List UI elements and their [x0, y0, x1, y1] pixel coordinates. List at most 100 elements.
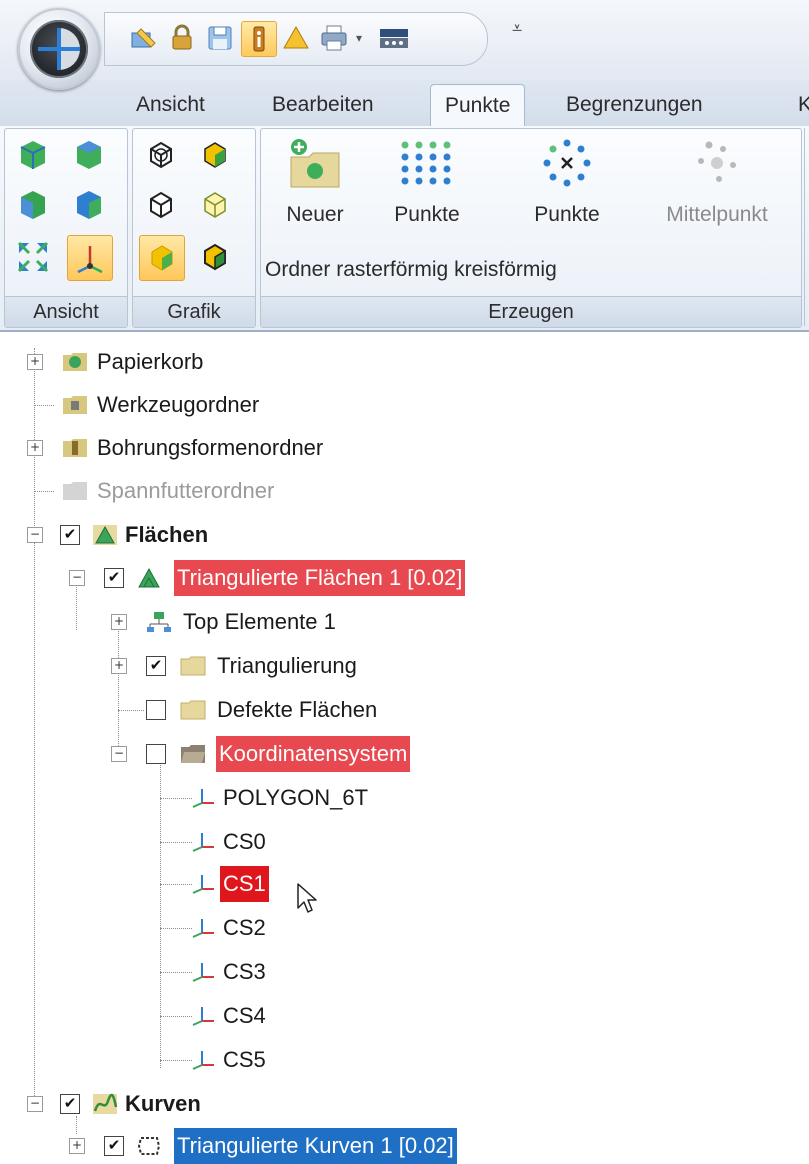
- tree-item-triangulierte-kurven[interactable]: Triangulierte Kurven 1 [0.02]: [174, 1128, 457, 1164]
- axis-origin-icon: [77, 246, 103, 274]
- group-erzeugen: Neuer Punkte Punkte Mittelpunkt Ordner r…: [260, 128, 802, 328]
- chevron-down-icon[interactable]: ▾: [349, 21, 369, 55]
- view-top-icon[interactable]: [71, 137, 107, 173]
- shaded-icon[interactable]: [197, 137, 233, 173]
- chuck-folder-icon: [63, 482, 87, 500]
- expand-toggle[interactable]: +: [27, 440, 43, 456]
- new-folder-button[interactable]: Neuer: [269, 135, 361, 228]
- lock-icon[interactable]: [165, 21, 199, 55]
- group-edge: [804, 128, 809, 326]
- center-point-label: Mittelpunkt: [666, 203, 768, 226]
- coordinate-system-icon: [192, 875, 214, 894]
- grid-points-label-1: Punkte: [394, 203, 460, 226]
- mouse-cursor-icon: [297, 883, 317, 913]
- view-iso-icon[interactable]: [15, 137, 51, 173]
- tree-line: [160, 756, 161, 1068]
- tree-item-cs3[interactable]: CS3: [220, 954, 269, 990]
- new-folder-label-1: Neuer: [286, 203, 344, 226]
- tab-punkte[interactable]: Punkte: [430, 84, 526, 127]
- info-icon[interactable]: [241, 21, 277, 57]
- hierarchy-icon: [147, 612, 171, 632]
- collapse-toggle[interactable]: −: [69, 570, 85, 586]
- hidden-lines-icon[interactable]: [143, 187, 179, 223]
- tree-item-cs5[interactable]: CS5: [220, 1042, 269, 1078]
- shaded-edges-icon: [151, 245, 173, 271]
- save-icon[interactable]: [203, 21, 237, 55]
- checkbox-koordinatensystem[interactable]: [146, 744, 166, 764]
- group-ansicht: Ansicht: [4, 128, 128, 328]
- checkbox-triangulierung[interactable]: ✔: [146, 656, 166, 676]
- checkbox-defekte-flaechen[interactable]: [146, 700, 166, 720]
- circular-points-label-2: kreisförmig: [454, 258, 557, 281]
- tab-begrenzungen[interactable]: Begrenzungen: [552, 84, 717, 125]
- tab-truncated[interactable]: K: [784, 84, 809, 125]
- collapse-toggle[interactable]: −: [27, 1096, 43, 1112]
- tree-item-bohrungsformenordner[interactable]: Bohrungsformenordner: [94, 430, 326, 466]
- checkbox-triangulierte-flaechen[interactable]: ✔: [104, 568, 124, 588]
- application-menu-button[interactable]: [18, 8, 100, 90]
- grid-points-icon: [401, 141, 451, 185]
- tree-item-triangulierung[interactable]: Triangulierung: [214, 648, 360, 684]
- tree-item-polygon[interactable]: POLYGON_6T: [220, 780, 371, 816]
- group-grafik: Grafik: [132, 128, 256, 328]
- tree-item-koordinatensystem[interactable]: Koordinatensystem: [216, 736, 411, 772]
- checkbox-kurven[interactable]: ✔: [60, 1094, 80, 1114]
- view-side-icon[interactable]: [71, 187, 107, 223]
- tree-item-cs4[interactable]: CS4: [220, 998, 269, 1034]
- edit-icon[interactable]: [127, 21, 161, 55]
- tab-bearbeiten[interactable]: Bearbeiten: [258, 84, 388, 125]
- zoom-fit-icon[interactable]: [15, 239, 51, 275]
- tree-line: [118, 622, 119, 748]
- circular-points-icon: [543, 139, 591, 187]
- expand-toggle[interactable]: +: [69, 1138, 85, 1154]
- tree-item-cs2[interactable]: CS2: [220, 910, 269, 946]
- tree-item-kurven[interactable]: Kurven: [122, 1086, 204, 1122]
- tree-item-triangulierte-flaechen[interactable]: Triangulierte Flächen 1 [0.02]: [174, 560, 466, 596]
- origin-view-button[interactable]: [67, 235, 113, 281]
- group-label-grafik: Grafik: [133, 296, 255, 327]
- expand-toggle[interactable]: +: [27, 354, 43, 370]
- coordinate-system-icon: [192, 1007, 214, 1026]
- center-point-button[interactable]: Mittelpunkt: [647, 135, 787, 228]
- folder-icon: [180, 700, 206, 720]
- tree-item-cs0[interactable]: CS0: [220, 824, 269, 860]
- tree-item-papierkorb[interactable]: Papierkorb: [94, 344, 206, 380]
- coordinate-system-icon: [192, 1051, 214, 1070]
- shaded-edges-button[interactable]: [139, 235, 185, 281]
- open-folder-icon: [181, 745, 205, 763]
- tree-item-spannfutterordner[interactable]: Spannfutterordner: [94, 473, 277, 509]
- shaded-outline-icon[interactable]: [197, 239, 233, 275]
- view-front-icon[interactable]: [15, 187, 51, 223]
- checkbox-triangulierte-kurven[interactable]: ✔: [104, 1136, 124, 1156]
- tree-item-defekte-flaechen[interactable]: Defekte Flächen: [214, 692, 380, 728]
- triangulated-surface-icon: [138, 567, 160, 588]
- title-bar: ▾ ⩡: [0, 0, 809, 80]
- expand-toggle[interactable]: +: [111, 614, 127, 630]
- collapse-toggle[interactable]: −: [27, 527, 43, 543]
- tool-folder-icon: [63, 396, 87, 414]
- project-tree: + Papierkorb Werkzeugordner + Bohrungsfo…: [0, 332, 809, 1164]
- tab-ansicht[interactable]: Ansicht: [122, 84, 219, 125]
- expand-toggle[interactable]: +: [111, 658, 127, 674]
- wireframe-icon[interactable]: [143, 137, 179, 173]
- warning-icon[interactable]: [279, 21, 313, 55]
- grid-points-label-2: rasterförmig: [336, 258, 449, 281]
- transparent-icon[interactable]: [197, 187, 233, 223]
- checkbox-flaechen[interactable]: ✔: [60, 525, 80, 545]
- tree-item-flaechen[interactable]: Flächen: [122, 517, 211, 553]
- collapse-toggle[interactable]: −: [111, 746, 127, 762]
- quick-access-toolbar: ▾: [104, 12, 488, 66]
- circular-points-button[interactable]: Punkte: [519, 135, 615, 228]
- tree-item-werkzeugordner[interactable]: Werkzeugordner: [94, 387, 262, 423]
- grid-points-button[interactable]: Punkte: [379, 135, 475, 228]
- tree-item-cs1[interactable]: CS1: [220, 866, 269, 902]
- circular-points-label-1: Punkte: [534, 203, 600, 226]
- app-logo-icon: [30, 20, 88, 78]
- print-icon[interactable]: [317, 21, 351, 55]
- new-folder-label-2: Ordner: [265, 258, 331, 281]
- triangulated-curve-icon: [137, 1137, 161, 1155]
- center-point-icon: [698, 141, 736, 182]
- tree-item-top-elemente[interactable]: Top Elemente 1: [180, 604, 339, 640]
- customize-toolbar-icon[interactable]: ⩡: [512, 18, 522, 39]
- display-icon[interactable]: [377, 21, 411, 55]
